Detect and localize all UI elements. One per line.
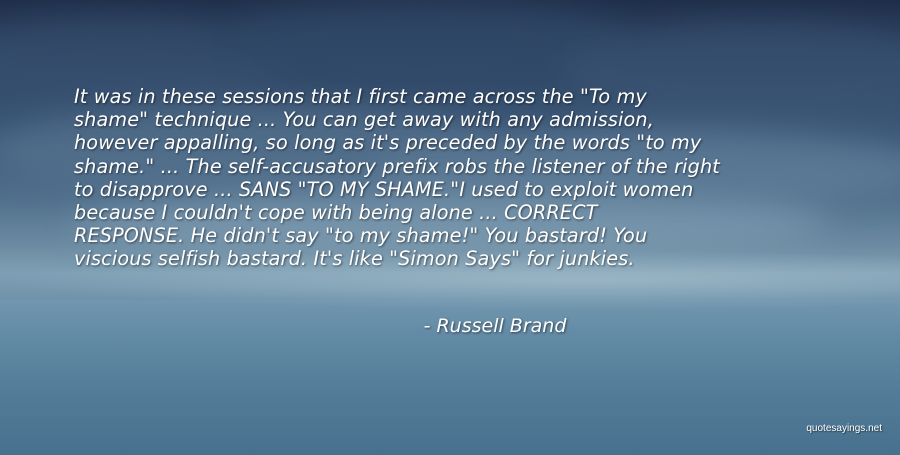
quote-line: RESPONSE. He didn't say "to my shame!" Y… — [74, 224, 648, 248]
quote-line: It was in these sessions that I first ca… — [74, 85, 647, 108]
quote-line: to disapprove ... SANS "TO MY SHAME."I u… — [74, 177, 694, 201]
site-watermark: quotesayings.net — [806, 423, 882, 434]
quote-line: shame" technique ... You can get away wi… — [74, 108, 654, 132]
quote-line: shame." ... The self-accusatory prefix r… — [74, 154, 720, 178]
quote-line: because I couldn't cope with being alone… — [74, 201, 598, 225]
quote-line: however appalling, so long as it's prece… — [74, 131, 702, 155]
quote-author: - Russell Brand — [423, 315, 567, 337]
quote-line: viscious selfish bastard. It's like "Sim… — [74, 247, 635, 271]
quote-text: It was in these sessions that I first ca… — [74, 85, 834, 271]
